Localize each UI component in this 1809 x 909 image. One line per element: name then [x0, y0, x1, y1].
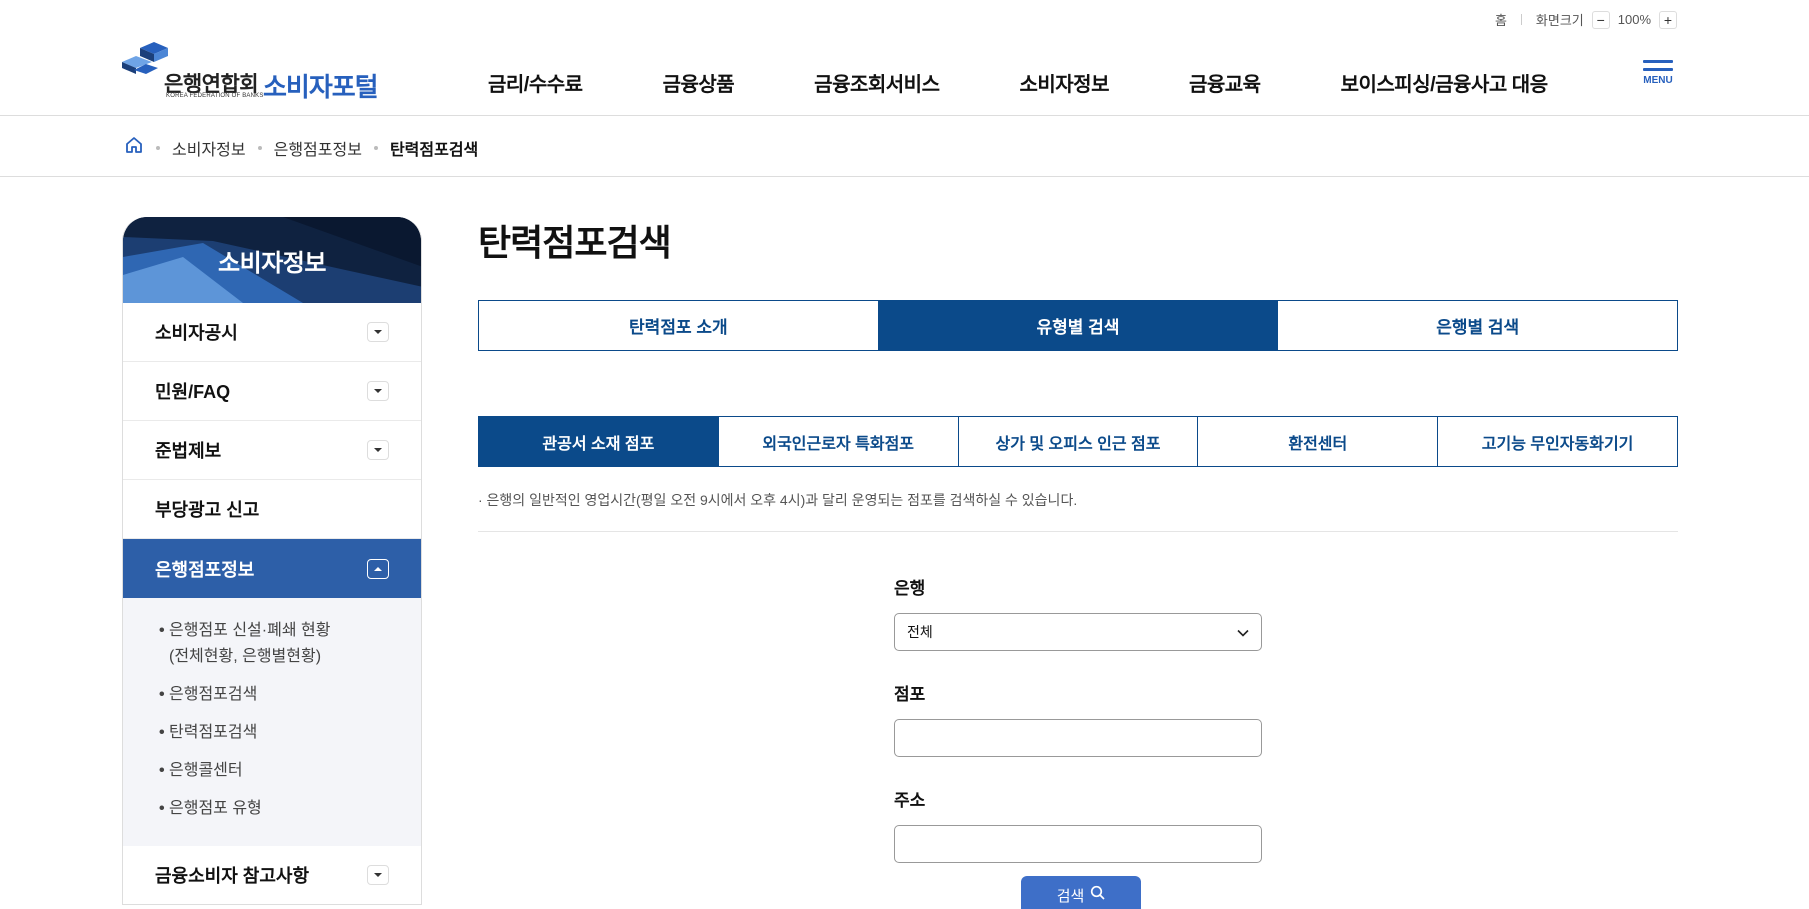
sidebar-item-consumer-notes[interactable]: 금융소비자 참고사항	[123, 846, 421, 904]
tab-government-office[interactable]: 관공서 소재 점포	[479, 417, 719, 466]
branch-label: 점포	[894, 685, 926, 704]
gnb-item-rates[interactable]: 금리/수수료	[488, 68, 583, 97]
sidebar-header: 소비자정보	[123, 217, 421, 303]
primary-tabs: 탄력점포 소개 유형별 검색 은행별 검색	[478, 300, 1678, 351]
gnb-item-consumer-info[interactable]: 소비자정보	[1019, 68, 1109, 97]
submenu-item-call-center[interactable]: • 은행콜센터	[155, 758, 389, 784]
sidebar-item-disclosure[interactable]: 소비자공시	[123, 303, 421, 362]
main-navigation: 금리/수수료 금융상품 금융조회서비스 소비자정보 금융교육 보이스피싱/금융사…	[488, 68, 1548, 97]
tab-by-bank[interactable]: 은행별 검색	[1278, 301, 1677, 350]
page-title: 탄력점포검색	[478, 222, 672, 263]
chevron-up-icon[interactable]	[367, 558, 389, 579]
divider	[478, 531, 1678, 532]
bullet: •	[159, 686, 165, 703]
bullet: •	[159, 800, 165, 817]
sidebar-title: 소비자정보	[218, 250, 326, 277]
tab-intro[interactable]: 탄력점포 소개	[479, 301, 879, 350]
submenu-item-label: 은행콜센터	[169, 762, 243, 779]
sidebar-item-label: 소비자공시	[155, 323, 238, 343]
site-logo[interactable]: 은행연합회 KOREA FEDERATION OF BANKS 소비자포털	[122, 40, 382, 102]
sidebar-item-label: 준법제보	[155, 441, 222, 461]
tab-by-type[interactable]: 유형별 검색	[878, 301, 1279, 350]
bank-label: 은행	[894, 579, 926, 598]
search-button-label: 검색	[1056, 888, 1085, 905]
sidebar-item-label: 은행점포정보	[155, 559, 255, 580]
chevron-down-icon[interactable]	[367, 865, 389, 885]
home-icon[interactable]	[124, 135, 144, 160]
menu-button[interactable]: MENU	[1641, 60, 1675, 96]
sidebar: 소비자정보 소비자공시 민원/FAQ 준법제보 부당광고 신고 은행점포정보 •…	[122, 217, 422, 905]
tab-commercial-office[interactable]: 상가 및 오피스 인근 점포	[959, 417, 1199, 466]
org-name-english: KOREA FEDERATION OF BANKS	[166, 93, 264, 99]
sidebar-item-faq[interactable]: 민원/FAQ	[123, 362, 421, 421]
tab-exchange-center[interactable]: 환전센터	[1198, 417, 1439, 466]
breadcrumb-separator	[156, 145, 160, 150]
menu-label: MENU	[1643, 75, 1673, 86]
branch-input[interactable]	[894, 719, 1262, 757]
address-label: 주소	[894, 791, 926, 810]
chevron-down-icon[interactable]	[367, 440, 389, 460]
breadcrumb: 소비자정보 은행점포정보 탄력점포검색	[124, 135, 478, 160]
hamburger-icon	[1643, 60, 1673, 63]
bank-select[interactable]: 전체	[894, 613, 1262, 651]
gnb-item-education[interactable]: 금융교육	[1189, 68, 1261, 97]
submenu-item-branch-types[interactable]: • 은행점포 유형	[155, 796, 389, 822]
hamburger-icon-bar	[1643, 68, 1673, 71]
search-icon	[1090, 885, 1105, 904]
portal-name: 소비자포털	[263, 72, 379, 102]
submenu-item-label: 은행점포 신설·폐쇄 현황 (전체현황, 은행별현황)	[169, 622, 331, 665]
sidebar-item-branch-info[interactable]: 은행점포정보	[123, 539, 421, 598]
sidebar-item-label: 민원/FAQ	[155, 382, 231, 402]
bullet: •	[159, 622, 165, 639]
breadcrumb-item[interactable]: 소비자정보	[172, 136, 246, 160]
breadcrumb-separator	[373, 145, 378, 150]
bullet: •	[159, 762, 165, 779]
submenu-item-branch-status[interactable]: • 은행점포 신설·폐쇄 현황 (전체현황, 은행별현황)	[155, 618, 389, 670]
bullet: •	[159, 724, 165, 741]
sidebar-item-unfair-ad[interactable]: 부당광고 신고	[123, 480, 421, 539]
sidebar-submenu: • 은행점포 신설·폐쇄 현황 (전체현황, 은행별현황) • 은행점포검색 •…	[123, 598, 421, 846]
sidebar-item-label: 부당광고 신고	[155, 500, 260, 520]
breadcrumb-current: 탄력점포검색	[389, 141, 479, 159]
chevron-down-icon	[1237, 624, 1249, 640]
gnb-item-products[interactable]: 금융상품	[663, 68, 735, 97]
sidebar-item-compliance[interactable]: 준법제보	[123, 421, 421, 480]
search-form: 은행 전체 점포 주소	[894, 574, 1262, 892]
submenu-item-flexible-branch[interactable]: • 탄력점포검색	[155, 720, 389, 746]
submenu-item-label: 은행점포 유형	[169, 800, 262, 817]
tab-foreign-worker[interactable]: 외국인근로자 특화점포	[719, 417, 959, 466]
site-header: 은행연합회 KOREA FEDERATION OF BANKS 소비자포털 금리…	[0, 0, 1809, 116]
breadcrumb-item[interactable]: 은행점포정보	[274, 136, 362, 160]
notice-text: · 은행의 일반적인 영업시간(평일 오전 9시에서 오후 4시)과 달리 운영…	[478, 492, 1078, 508]
submenu-item-label: 은행점포검색	[169, 686, 258, 703]
gnb-item-voice-phishing[interactable]: 보이스피싱/금융사고 대응	[1341, 68, 1549, 97]
chevron-down-icon[interactable]	[367, 381, 389, 401]
tab-smart-kiosk[interactable]: 고기능 무인자동화기기	[1438, 417, 1677, 466]
sidebar-item-label: 금융소비자 참고사항	[155, 866, 310, 886]
submenu-item-label: 탄력점포검색	[169, 724, 258, 741]
gnb-item-lookup[interactable]: 금융조회서비스	[814, 68, 940, 97]
submenu-item-branch-search[interactable]: • 은행점포검색	[155, 682, 389, 708]
chevron-down-icon[interactable]	[367, 322, 389, 342]
bank-select-value: 전체	[907, 624, 933, 640]
address-input[interactable]	[894, 825, 1262, 863]
search-button[interactable]: 검색	[1021, 876, 1141, 909]
breadcrumb-bar: 소비자정보 은행점포정보 탄력점포검색	[0, 116, 1809, 177]
breadcrumb-separator	[257, 145, 262, 150]
secondary-tabs: 관공서 소재 점포 외국인근로자 특화점포 상가 및 오피스 인근 점포 환전센…	[478, 416, 1678, 467]
